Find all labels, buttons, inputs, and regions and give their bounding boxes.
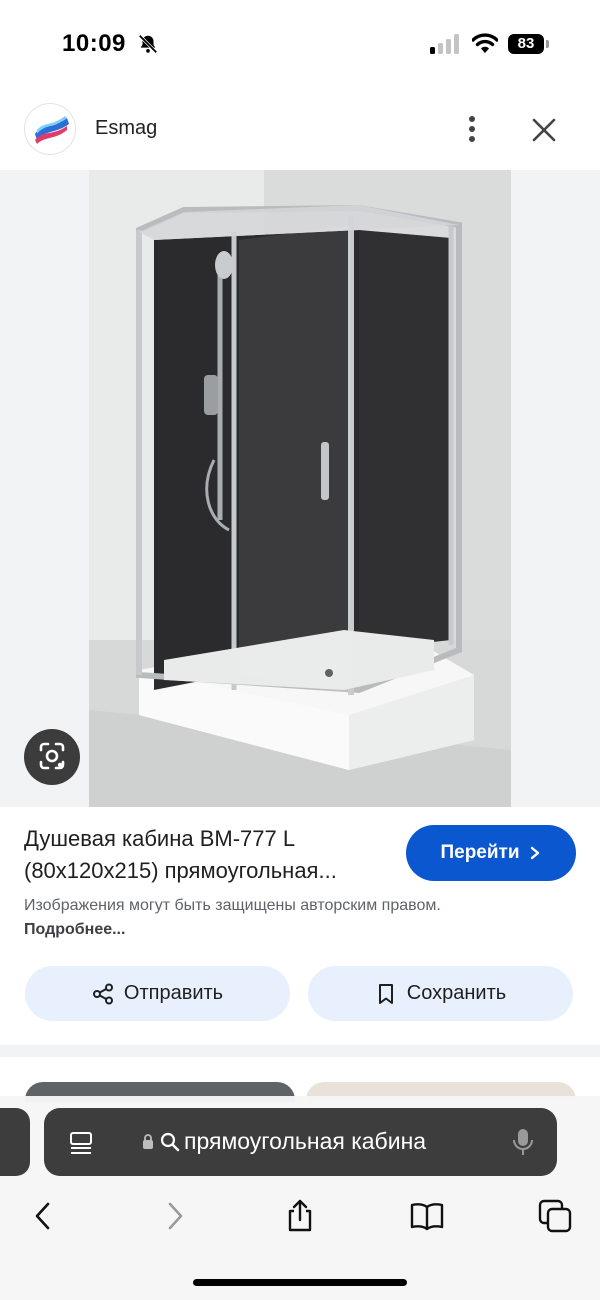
battery-cap bbox=[546, 40, 549, 48]
camera-lens-icon bbox=[39, 742, 65, 770]
lock-icon bbox=[143, 1134, 153, 1149]
lens-search-button[interactable] bbox=[24, 729, 80, 785]
disclaimer-text: Изображения могут быть защищены авторски… bbox=[24, 897, 441, 914]
learn-more-link[interactable]: Подробнее... bbox=[24, 921, 125, 938]
share-icon bbox=[92, 983, 113, 1004]
section-divider bbox=[0, 1045, 600, 1057]
browser-bottom-bar: прямоугольная кабина bbox=[0, 1096, 600, 1300]
site-name[interactable]: Esmag bbox=[95, 117, 157, 140]
result-title[interactable]: Душевая кабина BM-777 L (80x120x215) пря… bbox=[24, 823, 394, 887]
status-time: 10:09 bbox=[62, 30, 126, 57]
back-icon bbox=[35, 1202, 50, 1230]
previous-tab-preview[interactable] bbox=[0, 1108, 30, 1176]
bell-slash-icon bbox=[138, 34, 158, 54]
forward-button[interactable] bbox=[154, 1196, 194, 1236]
battery-level: 83 bbox=[508, 34, 544, 54]
tabs-button[interactable] bbox=[535, 1196, 575, 1236]
close-icon[interactable] bbox=[530, 116, 558, 144]
share-icon bbox=[288, 1199, 312, 1232]
visit-label: Перейти bbox=[440, 842, 520, 863]
image-preview bbox=[0, 170, 600, 807]
back-button[interactable] bbox=[24, 1196, 64, 1236]
bookmark-icon bbox=[378, 983, 393, 1004]
microphone-icon[interactable] bbox=[512, 1128, 534, 1156]
tabs-icon bbox=[538, 1199, 572, 1233]
shower-cabin-image[interactable] bbox=[89, 170, 511, 807]
chevron-right-icon bbox=[530, 846, 539, 860]
copyright-disclaimer: Изображения могут быть защищены авторски… bbox=[24, 894, 464, 942]
bookmarks-button[interactable] bbox=[407, 1196, 447, 1236]
bookmarks-icon bbox=[410, 1203, 444, 1231]
home-indicator bbox=[193, 1279, 407, 1286]
save-label: Сохранить bbox=[406, 982, 507, 1004]
site-header: Esmag bbox=[0, 100, 600, 160]
status-bar: 10:09 83 bbox=[0, 0, 600, 90]
browser-toolbar bbox=[0, 1196, 600, 1236]
search-icon bbox=[160, 1132, 180, 1152]
battery-indicator: 83 bbox=[508, 34, 550, 54]
page-menu-icon[interactable] bbox=[68, 1130, 94, 1156]
more-vert-icon[interactable] bbox=[460, 114, 484, 144]
wifi-icon bbox=[472, 33, 498, 53]
share-label: Отправить bbox=[123, 982, 224, 1004]
address-bar[interactable]: прямоугольная кабина bbox=[44, 1108, 557, 1176]
save-button[interactable]: Сохранить bbox=[308, 966, 573, 1021]
visit-button[interactable]: Перейти bbox=[406, 825, 576, 881]
share-button[interactable]: Отправить bbox=[25, 966, 290, 1021]
forward-icon bbox=[168, 1202, 183, 1230]
share-page-button[interactable] bbox=[280, 1196, 320, 1236]
esmag-logo-icon[interactable] bbox=[24, 103, 76, 155]
address-text[interactable]: прямоугольная кабина bbox=[184, 1128, 426, 1155]
cellular-signal-icon bbox=[430, 34, 459, 54]
